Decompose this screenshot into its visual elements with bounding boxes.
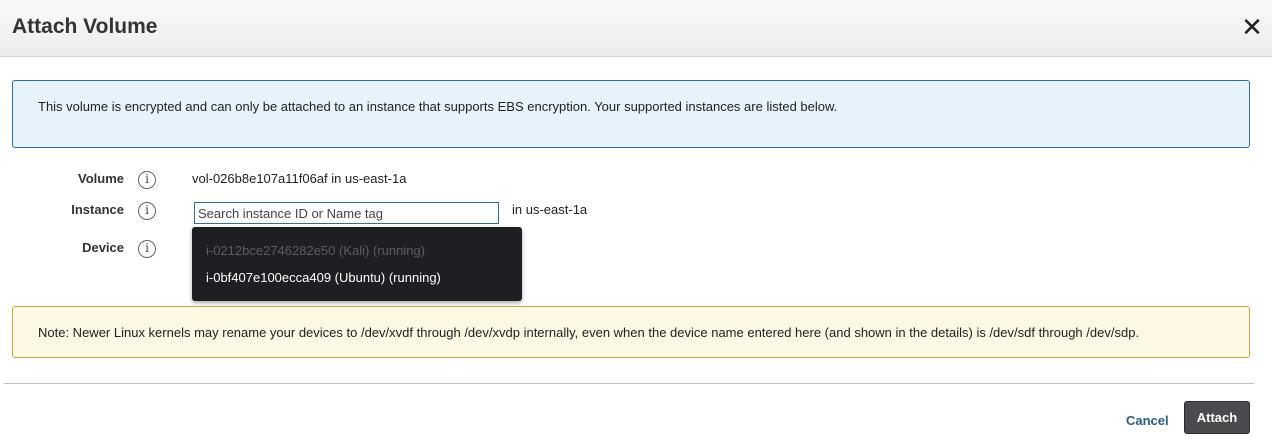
volume-info-icon[interactable]: i	[138, 171, 156, 189]
volume-value: vol-026b8e107a11f06af in us-east-1a	[192, 171, 407, 186]
volume-label: Volume	[78, 171, 124, 186]
instance-info-icon[interactable]: i	[138, 202, 156, 220]
cancel-button[interactable]: Cancel	[1126, 413, 1169, 428]
instance-label: Instance	[71, 202, 124, 217]
encryption-info-text: This volume is encrypted and can only be…	[38, 99, 838, 114]
close-icon[interactable]: ✕	[1240, 14, 1264, 40]
instance-dropdown: i-0212bce2746282e50 (Kali) (running) i-0…	[192, 227, 522, 301]
attach-button[interactable]: Attach	[1184, 401, 1250, 434]
device-info-icon[interactable]: i	[138, 240, 156, 258]
instance-search-input[interactable]	[194, 202, 499, 224]
device-note-text: Note: Newer Linux kernels may rename you…	[38, 325, 1140, 340]
instance-option-kali: i-0212bce2746282e50 (Kali) (running)	[206, 243, 425, 258]
instance-zone: in us-east-1a	[512, 202, 588, 217]
device-label: Device	[82, 240, 124, 255]
encryption-info-banner: This volume is encrypted and can only be…	[12, 80, 1250, 148]
instance-option-ubuntu[interactable]: i-0bf407e100ecca409 (Ubuntu) (running)	[206, 270, 441, 285]
footer-divider	[4, 383, 1254, 384]
dialog-header: Attach Volume ✕	[0, 0, 1272, 57]
dialog-title: Attach Volume	[12, 15, 158, 38]
device-note-banner: Note: Newer Linux kernels may rename you…	[12, 306, 1250, 358]
